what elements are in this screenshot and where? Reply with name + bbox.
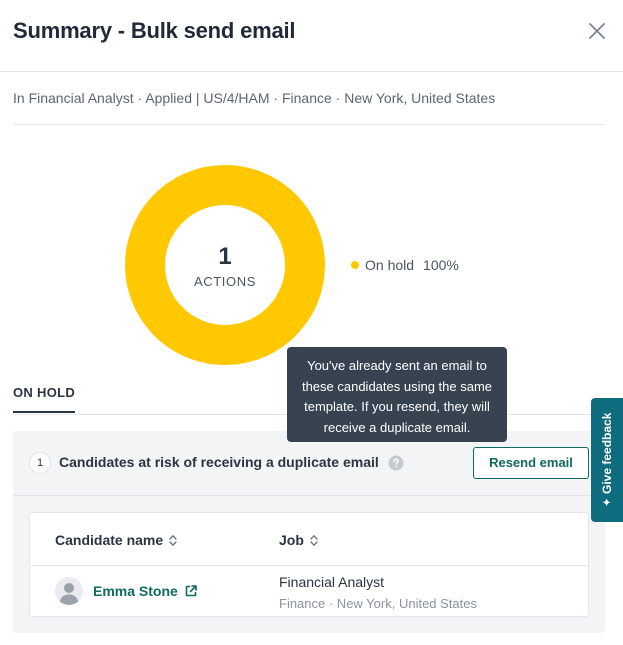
person-icon: [59, 583, 79, 605]
legend-percent: 100%: [423, 257, 459, 273]
legend-label: On hold: [365, 257, 415, 273]
candidate-name-link[interactable]: Emma Stone: [93, 583, 178, 599]
close-icon[interactable]: [586, 20, 608, 42]
on-hold-panel: 1 Candidates at risk of receiving a dupl…: [13, 431, 605, 633]
job-title: Financial Analyst: [279, 574, 385, 590]
modal-title: Summary - Bulk send email: [13, 18, 296, 43]
actions-donut-chart: 1 ACTIONS: [125, 165, 325, 365]
column-header-job[interactable]: Job: [279, 532, 318, 548]
actions-label: ACTIONS: [194, 274, 256, 289]
tab-on-hold[interactable]: ON HOLD: [13, 385, 76, 413]
column-header-candidate-name[interactable]: Candidate name: [55, 532, 177, 548]
panel-divider: [13, 495, 605, 496]
feedback-label: ✦ Give feedback: [600, 412, 614, 508]
modal-header: Summary - Bulk send email: [0, 0, 623, 72]
legend-dot: [351, 261, 359, 269]
divider: [13, 124, 605, 125]
external-link-icon[interactable]: [184, 584, 198, 598]
actions-count: 1: [218, 243, 232, 270]
chart-legend: On hold 100%: [351, 257, 459, 273]
panel-title: Candidates at risk of receiving a duplic…: [59, 454, 379, 470]
column-header-label: Job: [279, 532, 304, 548]
sort-icon: [310, 534, 318, 546]
job-context: In Financial Analyst · Applied | US/4/HA…: [13, 90, 496, 106]
duplicate-email-tooltip: You've already sent an email to these ca…: [287, 347, 507, 442]
sort-icon: [169, 534, 177, 546]
give-feedback-button[interactable]: ✦ Give feedback: [591, 398, 623, 522]
column-header-label: Candidate name: [55, 532, 164, 548]
question-circle-icon[interactable]: [388, 455, 404, 471]
avatar: [55, 577, 83, 605]
row-divider: [30, 565, 588, 566]
candidates-table: Candidate name Job Emma Stone Financial …: [29, 512, 589, 617]
count-badge: 1: [29, 452, 51, 474]
resend-email-button[interactable]: Resend email: [473, 447, 589, 479]
job-meta: Finance · New York, United States: [279, 596, 477, 611]
